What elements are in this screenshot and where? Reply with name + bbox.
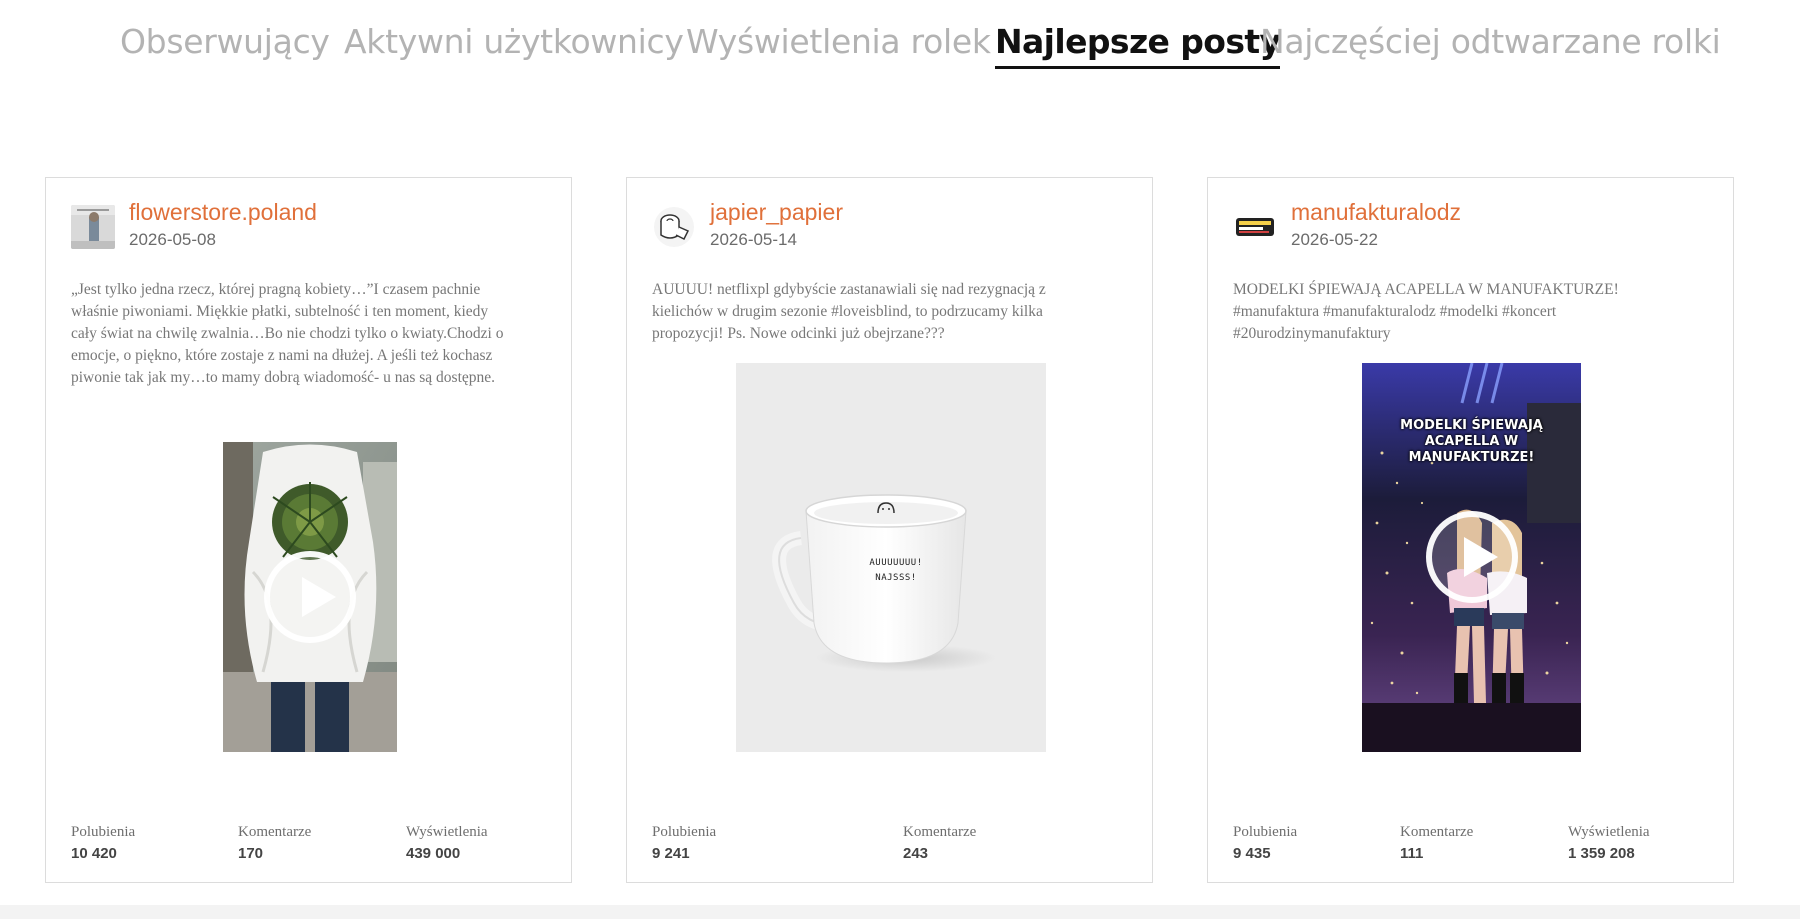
- tab-aktywni-uzytkownicy[interactable]: Aktywni użytkownicy: [344, 20, 684, 64]
- post-caption: MODELKI ŚPIEWAJĄ ACAPELLA W MANUFAKTURZE…: [1233, 281, 1619, 342]
- stat-value: 10 420: [71, 845, 117, 862]
- stat-value: 170: [238, 845, 264, 862]
- tab-najlepsze-posty[interactable]: Najlepsze posty: [995, 20, 1281, 69]
- stat-value: 243: [903, 845, 929, 862]
- tab-wyswietlenia-rolek[interactable]: Wyświetlenia rolek: [686, 20, 991, 64]
- stat-label: Komentarze: [238, 824, 312, 840]
- play-icon[interactable]: [264, 551, 356, 643]
- stat-likes: Polubienia 9 241: [652, 824, 716, 862]
- play-icon[interactable]: [1426, 511, 1518, 603]
- post-card: manufakturalodz 2026-05-22 MODELKI ŚPIEW…: [1207, 177, 1734, 883]
- post-date: 2026-05-22: [1291, 230, 1378, 249]
- stat-value: 111: [1400, 845, 1424, 862]
- stat-label: Komentarze: [903, 824, 977, 840]
- tabs-bar: Obserwujący Aktywni użytkownicy Wyświetl…: [0, 20, 1800, 70]
- avatar[interactable]: [1233, 205, 1277, 249]
- stat-value: 1 359 208: [1568, 845, 1635, 862]
- stat-label: Wyświetlenia: [1568, 824, 1650, 840]
- post-media-video[interactable]: MODELKI ŚPIEWAJĄ ACAPELLA W MANUFAKTURZE…: [1362, 363, 1581, 752]
- username[interactable]: manufakturalodz: [1291, 199, 1461, 226]
- mug-text-line-2: NAJSSS!: [875, 573, 917, 583]
- post-media-video[interactable]: [223, 442, 397, 752]
- post-media-image[interactable]: AUUUUUUU! NAJSSS!: [736, 363, 1046, 752]
- username[interactable]: flowerstore.poland: [129, 199, 317, 226]
- username[interactable]: japier_papier: [710, 199, 843, 226]
- post-card: japier_papier 2026-05-14 AUUUU! netflixp…: [626, 177, 1153, 883]
- stat-comments: Komentarze 170: [238, 824, 311, 862]
- stat-value: 439 000: [406, 845, 461, 862]
- post-caption: AUUUU! netflixpl gdybyście zastanawiali …: [652, 281, 1046, 342]
- post-card: flowerstore.poland 2026-05-08 „Jest tylk…: [45, 177, 572, 883]
- avatar[interactable]: [71, 205, 115, 249]
- tab-najczesciej-odtwarzane-rolki[interactable]: Najczęściej odtwarzane rolki: [1260, 20, 1721, 64]
- stat-label: Polubienia: [1233, 824, 1298, 840]
- stat-views: Wyświetlenia 1 359 208: [1568, 824, 1650, 862]
- stat-value: 9 435: [1233, 845, 1271, 862]
- post-date: 2026-05-08: [129, 230, 216, 249]
- mug-text-line-1: AUUUUUUU!: [869, 558, 923, 568]
- stat-comments: Komentarze 111: [1400, 824, 1473, 862]
- avatar[interactable]: [652, 205, 696, 249]
- post-caption: „Jest tylko jedna rzecz, której pragną k…: [71, 281, 504, 386]
- page-bottom-divider: [0, 905, 1800, 919]
- stat-likes: Polubienia 9 435: [1233, 824, 1297, 862]
- stat-label: Komentarze: [1400, 824, 1474, 840]
- stat-likes: Polubienia 10 420: [71, 824, 135, 862]
- post-date: 2026-05-14: [710, 230, 797, 249]
- stat-label: Polubienia: [652, 824, 717, 840]
- media-overlay-text: MODELKI ŚPIEWAJĄ ACAPELLA W MANUFAKTURZE…: [1400, 418, 1543, 465]
- stat-label: Wyświetlenia: [406, 824, 488, 840]
- stat-label: Polubienia: [71, 824, 136, 840]
- stat-views: Wyświetlenia 439 000: [406, 824, 488, 862]
- stat-value: 9 241: [652, 845, 690, 862]
- stat-comments: Komentarze 243: [903, 824, 976, 862]
- tab-obserwujacy[interactable]: Obserwujący: [120, 20, 330, 64]
